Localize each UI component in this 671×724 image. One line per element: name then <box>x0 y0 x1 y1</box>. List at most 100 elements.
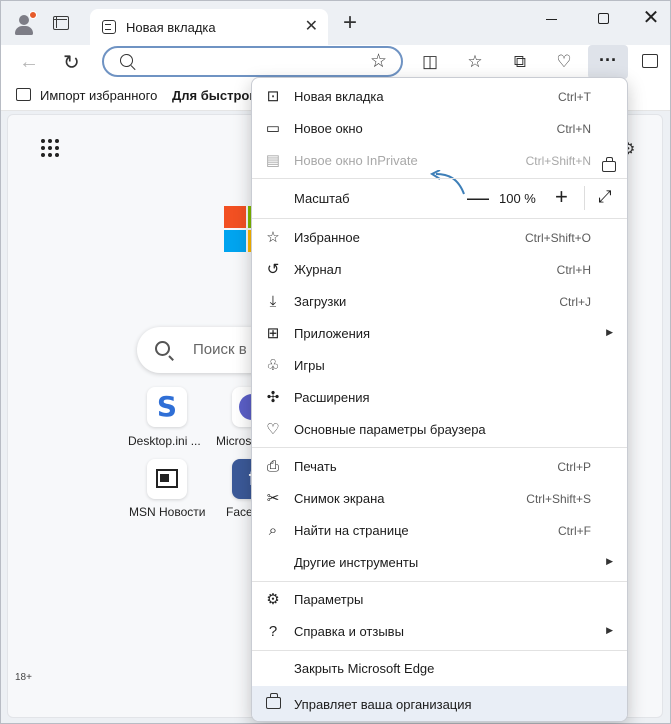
menu-separator <box>252 581 627 582</box>
avatar-head <box>19 15 29 25</box>
menu-item-games[interactable]: ♧ Игры <box>252 349 627 381</box>
minimize-button[interactable] <box>531 7 571 31</box>
quick-link-tile[interactable] <box>147 459 187 499</box>
menu-label: Найти на странице <box>294 523 409 538</box>
collections-icon[interactable]: ⧉ <box>509 52 531 72</box>
menu-label: Снимок экрана <box>294 491 385 506</box>
menu-shortcut: Ctrl+F <box>558 524 591 538</box>
menu-label: Новое окно InPrivate <box>294 153 418 168</box>
games-icon: ♧ <box>266 357 280 374</box>
menu-label: Закрыть Microsoft Edge <box>294 661 435 676</box>
address-bar[interactable]: ☆ <box>102 46 403 77</box>
favorite-star-icon[interactable]: ☆ <box>370 50 387 73</box>
briefcase-icon <box>602 157 616 172</box>
menu-item-apps[interactable]: ⊞ Приложения ▶ <box>252 317 627 349</box>
menu-label: Основные параметры браузера <box>294 422 486 437</box>
favorites-icon: ☆ <box>266 229 280 246</box>
history-icon: ↺ <box>266 261 280 278</box>
print-icon: ⎙ <box>266 458 279 475</box>
maximize-button[interactable] <box>583 7 623 31</box>
menu-item-new-window[interactable]: ▭ Новое окно Ctrl+N <box>252 112 627 144</box>
browser-window: Новая вкладка ✕ + ✕ ← ↻ ☆ ◫ ☆ ⧉ ♡ ··· Им… <box>0 0 671 724</box>
menu-item-print[interactable]: ⎙ Печать Ctrl+P <box>252 450 627 482</box>
menu-item-find[interactable]: ⌕ Найти на странице Ctrl+F <box>252 514 627 546</box>
quick-access-folder[interactable]: Для быстрого <box>172 88 263 103</box>
tab-close-icon[interactable]: ✕ <box>305 19 318 35</box>
search-icon <box>120 54 133 67</box>
app-launcher-icon[interactable] <box>41 139 59 157</box>
managed-label: Управляет ваша организация <box>294 697 472 712</box>
menu-shortcut: Ctrl+N <box>556 122 591 136</box>
menu-item-zoom: Масштаб — 100 % + ⤢ <box>252 182 627 214</box>
tile-letter-icon: S <box>156 390 178 423</box>
menu-item-extensions[interactable]: ✣ Расширения <box>252 381 627 413</box>
menu-item-settings[interactable]: ⚙ Параметры <box>252 583 627 615</box>
extensions-icon: ✣ <box>266 389 280 406</box>
browser-essentials-icon[interactable]: ♡ <box>553 52 575 72</box>
menu-item-downloads[interactable]: ⤓ Загрузки Ctrl+J <box>252 285 627 317</box>
screenshot-icon: ✂ <box>266 490 280 507</box>
new-tab-icon: ⊡ <box>266 88 280 105</box>
settings-and-more-menu: ⊡ Новая вкладка Ctrl+T ▭ Новое окно Ctrl… <box>251 77 628 722</box>
find-on-page-icon: ⌕ <box>268 522 278 539</box>
menu-label: Избранное <box>294 230 360 245</box>
zoom-in-button[interactable]: + <box>555 184 568 210</box>
menu-separator <box>252 447 627 448</box>
zoom-out-button[interactable]: — <box>467 185 489 211</box>
tab-actions-icon[interactable] <box>53 16 69 30</box>
menu-label: Расширения <box>294 390 370 405</box>
apps-icon: ⊞ <box>266 325 280 342</box>
new-tab-favicon-icon <box>102 20 116 34</box>
split-screen-icon[interactable]: ◫ <box>419 52 441 72</box>
menu-label: Игры <box>294 358 325 373</box>
menu-label: Журнал <box>294 262 342 277</box>
sidebar-toggle-icon[interactable] <box>642 54 658 68</box>
news-icon <box>156 469 178 488</box>
briefcase-icon <box>266 693 281 709</box>
menu-label: Справка и отзывы <box>294 624 404 639</box>
profile-avatar[interactable] <box>12 11 37 35</box>
zoom-value: 100 % <box>499 191 536 206</box>
help-icon: ? <box>268 623 278 640</box>
tab-title: Новая вкладка <box>126 19 216 35</box>
refresh-icon[interactable]: ↻ <box>63 50 85 74</box>
menu-item-favorites[interactable]: ☆ Избранное Ctrl+Shift+O <box>252 221 627 253</box>
submenu-chevron-icon: ▶ <box>606 556 613 566</box>
menu-item-browser-essentials[interactable]: ♡ Основные параметры браузера <box>252 413 627 445</box>
fullscreen-icon[interactable]: ⤢ <box>598 187 612 207</box>
menu-item-new-tab[interactable]: ⊡ Новая вкладка Ctrl+T <box>252 80 627 112</box>
toolbar: ← ↻ ☆ ◫ ☆ ⧉ ♡ ··· <box>1 45 670 79</box>
submenu-chevron-icon: ▶ <box>606 327 613 337</box>
menu-label: Новое окно <box>294 121 363 136</box>
menu-label: Загрузки <box>294 294 347 309</box>
quick-link-label: Desktop.ini ... <box>128 434 201 448</box>
managed-by-organization[interactable]: Управляет ваша организация <box>252 686 627 721</box>
menu-item-help[interactable]: ? Справка и отзывы ▶ <box>252 615 627 647</box>
inprivate-icon: ▤ <box>265 152 281 169</box>
close-window-button[interactable]: ✕ <box>631 5 671 29</box>
notification-dot <box>29 11 37 19</box>
settings-and-more-button[interactable]: ··· <box>588 45 628 79</box>
menu-item-more-tools[interactable]: Другие инструменты ▶ <box>252 546 627 578</box>
import-favorites-link[interactable]: Импорт избранного <box>40 88 157 103</box>
search-icon <box>155 341 170 356</box>
menu-separator <box>252 650 627 651</box>
search-placeholder: Поиск в <box>193 341 247 358</box>
quick-link-label: Micros <box>216 434 252 448</box>
tab-new-tab[interactable]: Новая вкладка ✕ <box>90 9 328 45</box>
new-window-icon: ▭ <box>265 120 281 137</box>
new-tab-button[interactable]: + <box>339 11 361 35</box>
import-favorites-icon <box>16 88 31 101</box>
quick-link-tile[interactable]: S <box>147 387 187 427</box>
heart-pulse-icon: ♡ <box>266 421 280 438</box>
menu-label: Новая вкладка <box>294 89 384 104</box>
menu-shortcut: Ctrl+Shift+N <box>525 154 591 168</box>
menu-item-close-edge[interactable]: Закрыть Microsoft Edge <box>252 652 627 684</box>
menu-item-screenshot[interactable]: ✂ Снимок экрана Ctrl+Shift+S <box>252 482 627 514</box>
menu-item-history[interactable]: ↺ Журнал Ctrl+H <box>252 253 627 285</box>
avatar-body <box>15 26 33 35</box>
quick-link-label: MSN Новости <box>129 505 206 519</box>
menu-shortcut: Ctrl+J <box>559 295 591 309</box>
back-arrow-icon[interactable]: ← <box>19 51 39 74</box>
favorites-icon[interactable]: ☆ <box>464 52 486 72</box>
